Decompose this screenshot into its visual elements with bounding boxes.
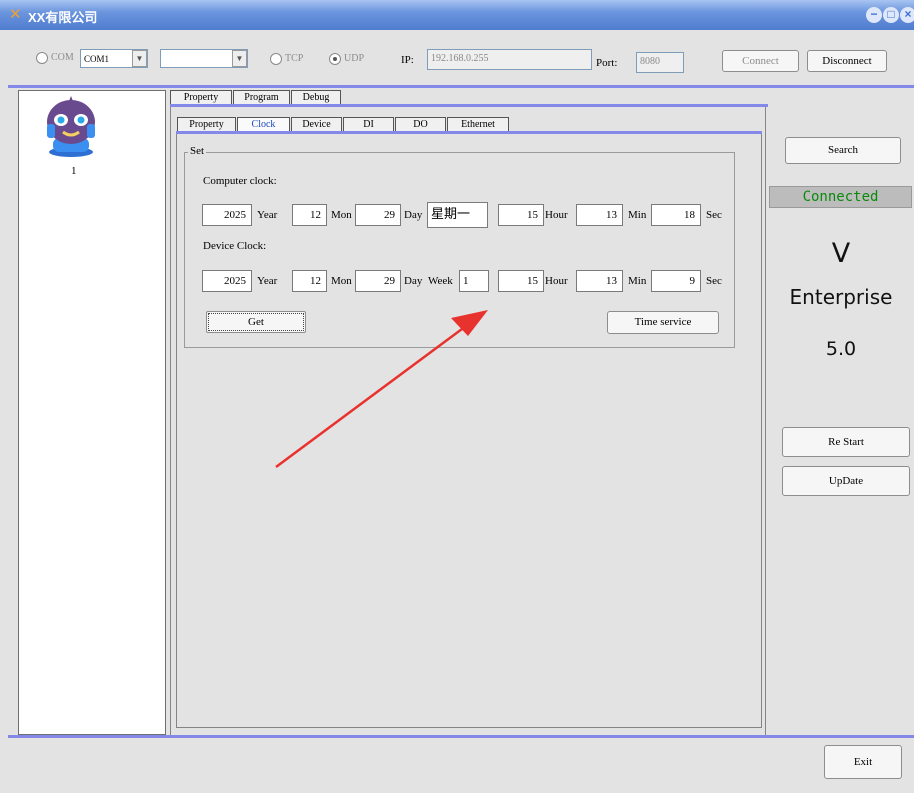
- min-unit: Min: [628, 275, 647, 287]
- com-label: COM: [51, 52, 74, 63]
- minimize-button[interactable]: −: [866, 7, 882, 23]
- port-label: Port:: [596, 57, 618, 69]
- tab-do[interactable]: DO: [395, 117, 446, 132]
- device-label: 1: [71, 165, 77, 177]
- device-hour-field[interactable]: 15: [498, 270, 544, 292]
- tab-ethernet[interactable]: Ethernet: [447, 117, 509, 132]
- computer-day-field[interactable]: 29: [355, 204, 401, 226]
- port-field[interactable]: 8080: [636, 52, 684, 73]
- tab-clock[interactable]: Clock: [237, 117, 290, 132]
- tab-program[interactable]: Program: [233, 90, 290, 105]
- title-bar: ✕ XX有限公司 − □ ×: [0, 0, 914, 30]
- tab-property-inner[interactable]: Property: [177, 117, 236, 132]
- mon-unit: Mon: [331, 209, 352, 221]
- chevron-down-icon[interactable]: ▼: [232, 50, 247, 67]
- restart-button[interactable]: Re Start: [782, 427, 910, 457]
- connect-button[interactable]: Connect: [722, 50, 799, 72]
- search-button[interactable]: Search: [785, 137, 901, 164]
- computer-minute-field[interactable]: 13: [576, 204, 623, 226]
- udp-radio[interactable]: [329, 53, 341, 65]
- com-port-value: COM1: [84, 54, 110, 64]
- device-clock-label: Device Clock:: [203, 240, 267, 252]
- window-title: XX有限公司: [28, 10, 98, 25]
- edition-label: Enterprise: [789, 285, 893, 309]
- tab-property-outer[interactable]: Property: [170, 90, 232, 105]
- annotation-arrow-icon: [275, 310, 488, 469]
- year-unit: Year: [257, 209, 278, 221]
- device-week-field[interactable]: 1: [459, 270, 489, 292]
- time-service-button[interactable]: Time service: [607, 311, 719, 334]
- computer-clock-label: Computer clock:: [203, 175, 277, 187]
- week-label: Week: [428, 275, 453, 287]
- close-button[interactable]: ×: [900, 7, 914, 23]
- udp-label: UDP: [344, 53, 365, 64]
- com-radio[interactable]: [36, 52, 48, 64]
- min-unit: Min: [628, 209, 647, 221]
- ip-field[interactable]: 192.168.0.255: [427, 49, 592, 70]
- ip-value: 192.168.0.255: [431, 53, 489, 64]
- device-list: 1: [18, 90, 166, 735]
- robot-icon: [47, 96, 95, 157]
- computer-hour-field[interactable]: 15: [498, 204, 544, 226]
- chevron-down-icon[interactable]: ▼: [132, 50, 147, 67]
- computer-weekday-field[interactable]: 星期一: [427, 202, 488, 228]
- status-badge: Connected: [769, 186, 912, 208]
- tools-icon: ✕: [9, 6, 22, 23]
- bottom-separator: [8, 735, 914, 738]
- computer-month-field[interactable]: 12: [292, 204, 327, 226]
- day-unit: Day: [404, 275, 423, 287]
- hour-unit: Hour: [545, 275, 568, 287]
- tab-device[interactable]: Device: [291, 117, 342, 132]
- computer-second-field[interactable]: 18: [651, 204, 701, 226]
- day-unit: Day: [404, 209, 423, 221]
- update-button[interactable]: UpDate: [782, 466, 910, 496]
- version-number: 5.0: [825, 338, 857, 360]
- tcp-label: TCP: [285, 53, 304, 64]
- disconnect-button[interactable]: Disconnect: [807, 50, 887, 72]
- maximize-button[interactable]: □: [883, 7, 899, 23]
- tcp-radio[interactable]: [270, 53, 282, 65]
- sec-unit: Sec: [706, 275, 722, 287]
- tab-di[interactable]: DI: [343, 117, 394, 132]
- device-year-field[interactable]: 2025: [202, 270, 252, 292]
- exit-button[interactable]: Exit: [824, 745, 902, 779]
- computer-year-field[interactable]: 2025: [202, 204, 252, 226]
- sec-unit: Sec: [706, 209, 722, 221]
- device-second-field[interactable]: 9: [651, 270, 701, 292]
- list-item[interactable]: 1: [19, 91, 165, 181]
- mon-unit: Mon: [331, 275, 352, 287]
- port-value: 8080: [640, 56, 660, 67]
- tab-debug[interactable]: Debug: [291, 90, 341, 105]
- device-minute-field[interactable]: 13: [576, 270, 623, 292]
- set-legend: Set: [188, 145, 207, 157]
- device-day-field[interactable]: 29: [355, 270, 401, 292]
- outer-tab-line: [170, 104, 768, 107]
- version-letter: V: [831, 238, 851, 269]
- ip-label: IP:: [401, 54, 414, 66]
- hour-unit: Hour: [545, 209, 568, 221]
- top-separator: [8, 85, 914, 88]
- inner-tab-line: [176, 131, 762, 134]
- device-month-field[interactable]: 12: [292, 270, 327, 292]
- year-unit: Year: [257, 275, 278, 287]
